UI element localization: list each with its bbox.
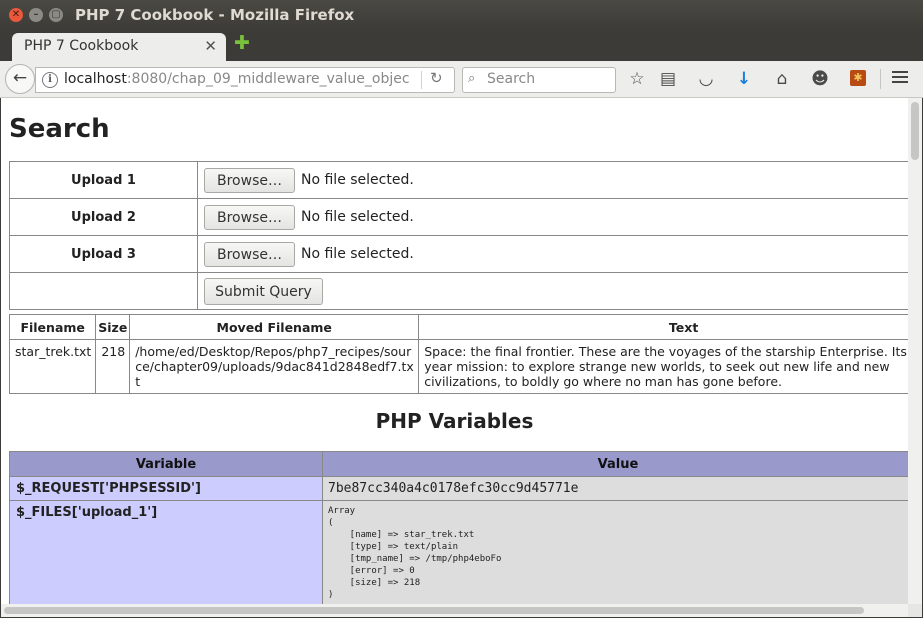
upload-form-table: Upload 1 Browse… No file selected. Upload… (9, 161, 908, 310)
table-row: $_FILES['upload_1'] Array ( [name] => st… (9, 500, 908, 604)
table-row: star_trek.txt 218 /home/ed/Desktop/Repos… (8, 339, 908, 394)
empty-cell (9, 272, 198, 310)
upload-label: Upload 3 (9, 235, 198, 273)
cell-size: 218 (95, 339, 131, 394)
browse-button-2[interactable]: Browse… (204, 204, 295, 230)
submit-row: Submit Query (9, 272, 908, 310)
new-tab-icon[interactable]: ✚ (234, 33, 250, 53)
horizontal-scroll-thumb[interactable] (4, 607, 864, 614)
file-status: No file selected. (301, 246, 414, 262)
window-close-button[interactable]: ✕ (9, 8, 23, 22)
files-table: Filename Size Moved Filename Text star_t… (8, 314, 908, 394)
cell-value: 7be87cc340a4c0178efc30cc9d45771e (322, 476, 908, 501)
tab-php7-cookbook[interactable]: PHP 7 Cookbook ✕ (12, 33, 226, 61)
url-host: localhost (64, 71, 127, 87)
table-row: $_REQUEST['PHPSESSID'] 7be87cc340a4c0178… (9, 476, 908, 501)
url-text[interactable]: localhost:8080/chap_09_middleware_value_… (64, 71, 414, 87)
browse-button-1[interactable]: Browse… (204, 167, 295, 193)
tab-strip: PHP 7 Cookbook ✕ (0, 31, 923, 61)
extension-icon[interactable]: ✱ (850, 70, 866, 86)
pocket-icon[interactable]: ◡ (695, 69, 717, 89)
search-placeholder: Search (487, 71, 536, 87)
column-header-moved-filename: Moved Filename (129, 314, 420, 340)
php-variables-heading: PHP Variables (375, 409, 534, 433)
file-status: No file selected. (301, 209, 414, 225)
search-bar[interactable]: ⌕ Search (462, 67, 616, 93)
upload-row: Upload 2 Browse… No file selected. (9, 198, 908, 236)
cell-variable: $_REQUEST['PHPSESSID'] (9, 476, 323, 501)
download-icon[interactable]: ↓ (733, 69, 755, 89)
php-variables-table: Variable Value $_REQUEST['PHPSESSID'] 7b… (9, 451, 908, 604)
site-info-icon[interactable]: i (42, 72, 58, 88)
window-title: PHP 7 Cookbook - Mozilla Firefox (75, 6, 355, 24)
window-maximize-button[interactable]: ▢ (49, 8, 63, 22)
upload-row: Upload 3 Browse… No file selected. (9, 235, 908, 273)
upload-label: Upload 1 (9, 161, 198, 199)
tab-close-icon[interactable]: ✕ (204, 37, 217, 55)
menu-icon[interactable] (892, 71, 908, 86)
submit-query-button[interactable]: Submit Query (204, 277, 323, 305)
reading-list-icon[interactable]: ▤ (657, 69, 679, 89)
cell-value: Array ( [name] => star_trek.txt [type] =… (322, 500, 908, 604)
star-icon[interactable]: ☆ (626, 69, 648, 89)
cell-moved-filename: /home/ed/Desktop/Repos/php7_recipes/sour… (129, 339, 420, 394)
vars-header-row: Variable Value (9, 451, 908, 477)
url-divider (421, 71, 422, 89)
page-viewport: Search Upload 1 Browse… No file selected.… (1, 98, 908, 604)
back-button[interactable]: ← (5, 64, 35, 94)
cell-text: Space: the final frontier. These are the… (418, 339, 908, 394)
home-icon[interactable]: ⌂ (771, 69, 793, 89)
cell-variable: $_FILES['upload_1'] (9, 500, 323, 604)
column-header-size: Size (95, 314, 131, 340)
browse-button-3[interactable]: Browse… (204, 241, 295, 267)
horizontal-scrollbar[interactable] (1, 604, 908, 617)
file-status: No file selected. (301, 172, 414, 188)
upload-control: Browse… No file selected. (197, 161, 908, 199)
toolbar-divider (880, 69, 881, 89)
page-title: Search (9, 114, 110, 144)
vertical-scroll-thumb[interactable] (911, 102, 919, 160)
column-header-value: Value (322, 451, 908, 477)
upload-control: Browse… No file selected. (197, 235, 908, 273)
url-bar[interactable]: i localhost:8080/chap_09_middleware_valu… (35, 67, 455, 93)
navigation-toolbar: ← i localhost:8080/chap_09_middleware_va… (0, 61, 923, 98)
column-header-filename: Filename (8, 314, 97, 340)
column-header-text: Text (418, 314, 908, 340)
array-dump: Array ( [name] => star_trek.txt [type] =… (328, 506, 502, 600)
reload-icon[interactable]: ↻ (430, 69, 443, 87)
vertical-scrollbar[interactable] (908, 98, 922, 604)
upload-row: Upload 1 Browse… No file selected. (9, 161, 908, 199)
upload-label: Upload 2 (9, 198, 198, 236)
window-minimize-button[interactable]: – (29, 8, 43, 22)
search-icon: ⌕ (468, 71, 476, 86)
url-path: :8080/chap_09_middleware_value_objec (126, 71, 410, 87)
scroll-corner (908, 604, 922, 617)
emoji-icon[interactable]: ☻ (809, 69, 831, 89)
submit-cell: Submit Query (197, 272, 908, 310)
column-header-variable: Variable (9, 451, 323, 477)
upload-control: Browse… No file selected. (197, 198, 908, 236)
window-titlebar: ✕ – ▢ PHP 7 Cookbook - Mozilla Firefox (0, 0, 923, 31)
files-header-row: Filename Size Moved Filename Text (8, 314, 908, 340)
tab-title: PHP 7 Cookbook (24, 38, 139, 54)
cell-filename: star_trek.txt (8, 339, 97, 394)
